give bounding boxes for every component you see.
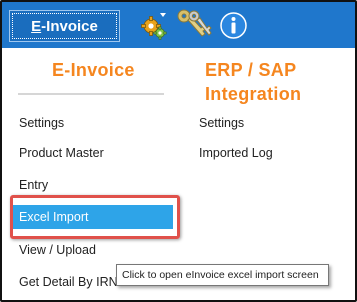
tooltip: Click to open eInvoice excel import scre… [116,264,329,286]
highlight-box [10,195,180,239]
erp-title-line1: ERP / SAP [205,60,297,80]
column-divider [18,93,164,95]
menu-item-view-upload[interactable]: View / Upload [19,240,96,260]
e-invoice-column-title: E-Invoice [52,60,135,80]
ribbon-bar: E -Invoice [2,2,355,48]
gear-icon[interactable] [140,10,168,40]
key-icon[interactable] [176,8,212,42]
tab-e-invoice[interactable]: E -Invoice [9,10,120,42]
tab-label-accelerator: E [31,17,42,35]
erp-title-line2: Integration [205,84,302,104]
tab-label: -Invoice [41,17,98,35]
menu-item-imported-log[interactable]: Imported Log [199,143,273,163]
menu-item-settings[interactable]: Settings [19,113,64,133]
menu-item-get-detail-by-irn[interactable]: Get Detail By IRN [19,272,118,292]
menu-item-erp-settings[interactable]: Settings [199,113,244,133]
menu-item-product-master[interactable]: Product Master [19,143,104,163]
erp-sap-column-title: ERP / SAP Integration [205,58,335,106]
menu-item-entry[interactable]: Entry [19,175,48,195]
info-icon[interactable] [220,12,247,39]
